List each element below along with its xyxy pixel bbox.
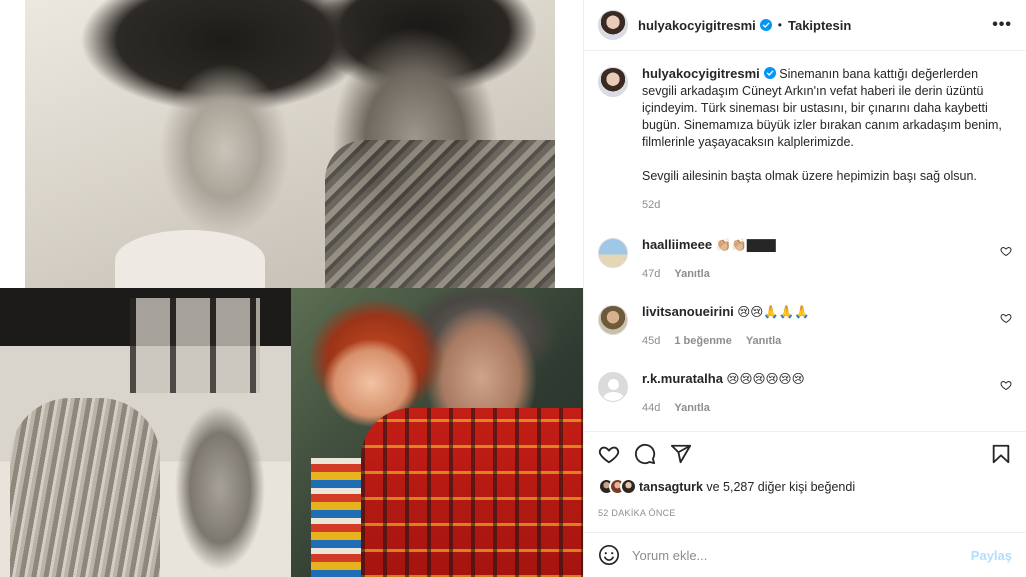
comment-text: 😢😢🙏🙏🙏	[737, 305, 810, 319]
post-media[interactable]	[0, 0, 583, 577]
comment-bubble-icon[interactable]	[634, 443, 656, 465]
commenter-username[interactable]: haalliimeee	[642, 237, 712, 252]
verified-badge-icon	[763, 67, 776, 79]
commenter-username[interactable]: livitsanoueirini	[642, 304, 734, 319]
like-comment-heart-icon[interactable]	[1000, 379, 1012, 391]
commenter-avatar[interactable]	[598, 238, 628, 268]
post-actions	[584, 431, 1026, 475]
save-bookmark-icon[interactable]	[990, 443, 1012, 465]
comment-likes-count[interactable]: 1 beğenme	[674, 333, 731, 350]
photo-detail	[130, 298, 260, 393]
comment-timestamp[interactable]: 47d	[642, 266, 660, 283]
likers-avatars	[598, 478, 637, 495]
photo-detail	[361, 408, 583, 577]
caption: hulyakocyigitresmi Sinemanın bana kattığ…	[598, 65, 1012, 214]
commenter-username[interactable]: r.k.muratalha	[642, 371, 723, 386]
comment-item: r.k.muratalha 😢😢😢😢😢😢 44d Yanıtla	[598, 370, 1012, 417]
caption-body: hulyakocyigitresmi Sinemanın bana kattığ…	[642, 65, 1012, 185]
caption-username[interactable]: hulyakocyigitresmi	[642, 66, 760, 81]
post-timestamp[interactable]: 52 DAKİKA ÖNCE	[598, 508, 676, 518]
reply-button[interactable]: Yanıtla	[746, 333, 781, 350]
author-avatar[interactable]	[598, 10, 628, 40]
likes-rest-text[interactable]: ve 5,287 diğer kişi beğendi	[703, 480, 855, 494]
share-paper-plane-icon[interactable]	[670, 443, 692, 465]
like-comment-heart-icon[interactable]	[1000, 245, 1012, 257]
commenter-avatar[interactable]	[598, 372, 628, 402]
add-comment-bar: Paylaş	[584, 532, 1026, 577]
photo-detail	[115, 230, 265, 288]
liker-username[interactable]: tansagturk	[639, 480, 703, 494]
like-heart-icon[interactable]	[598, 443, 620, 465]
photo-detail	[325, 140, 555, 288]
caption-timestamp[interactable]: 52d	[642, 197, 660, 214]
comment-item: haalliimeee 👏🏼👏🏼▇▇▇ 47d Yanıtla	[598, 236, 1012, 283]
follow-button[interactable]: Takiptesin	[788, 18, 851, 33]
comments-list[interactable]: hulyakocyigitresmi Sinemanın bana kattığ…	[584, 51, 1026, 431]
reply-button[interactable]: Yanıtla	[674, 400, 709, 417]
post-header: hulyakocyigitresmi • Takiptesin •••	[584, 0, 1026, 51]
commenter-avatar[interactable]	[598, 305, 628, 335]
liker-avatar	[620, 478, 637, 495]
comment-timestamp[interactable]: 44d	[642, 400, 660, 417]
comment-input[interactable]	[632, 547, 971, 563]
photo-detail	[10, 398, 160, 577]
photo-bottom-left	[0, 288, 291, 577]
emoji-icon[interactable]	[598, 544, 620, 566]
photo-bottom-right	[291, 288, 583, 577]
like-comment-heart-icon[interactable]	[1000, 312, 1012, 324]
post-panel: hulyakocyigitresmi • Takiptesin ••• huly…	[583, 0, 1026, 577]
reply-button[interactable]: Yanıtla	[674, 266, 709, 283]
separator-dot: •	[777, 18, 782, 32]
photo-top	[25, 0, 555, 288]
comment-text: 👏🏼👏🏼▇▇▇	[715, 238, 776, 252]
comment-text: 😢😢😢😢😢😢	[726, 372, 805, 386]
post-comment-button[interactable]: Paylaş	[971, 548, 1012, 563]
more-options-icon[interactable]: •••	[992, 16, 1012, 34]
author-avatar[interactable]	[598, 67, 628, 97]
caption-text: Sinemanın bana kattığı değerlerden sevgi…	[642, 67, 1002, 183]
likes-summary: tansagturk ve 5,287 diğer kişi beğendi	[598, 478, 1012, 495]
comment-timestamp[interactable]: 45d	[642, 333, 660, 350]
comment-item: livitsanoueirini 😢😢🙏🙏🙏 45d 1 beğenme Yan…	[598, 303, 1012, 350]
verified-badge-icon	[759, 19, 772, 31]
author-username[interactable]: hulyakocyigitresmi	[638, 18, 756, 33]
